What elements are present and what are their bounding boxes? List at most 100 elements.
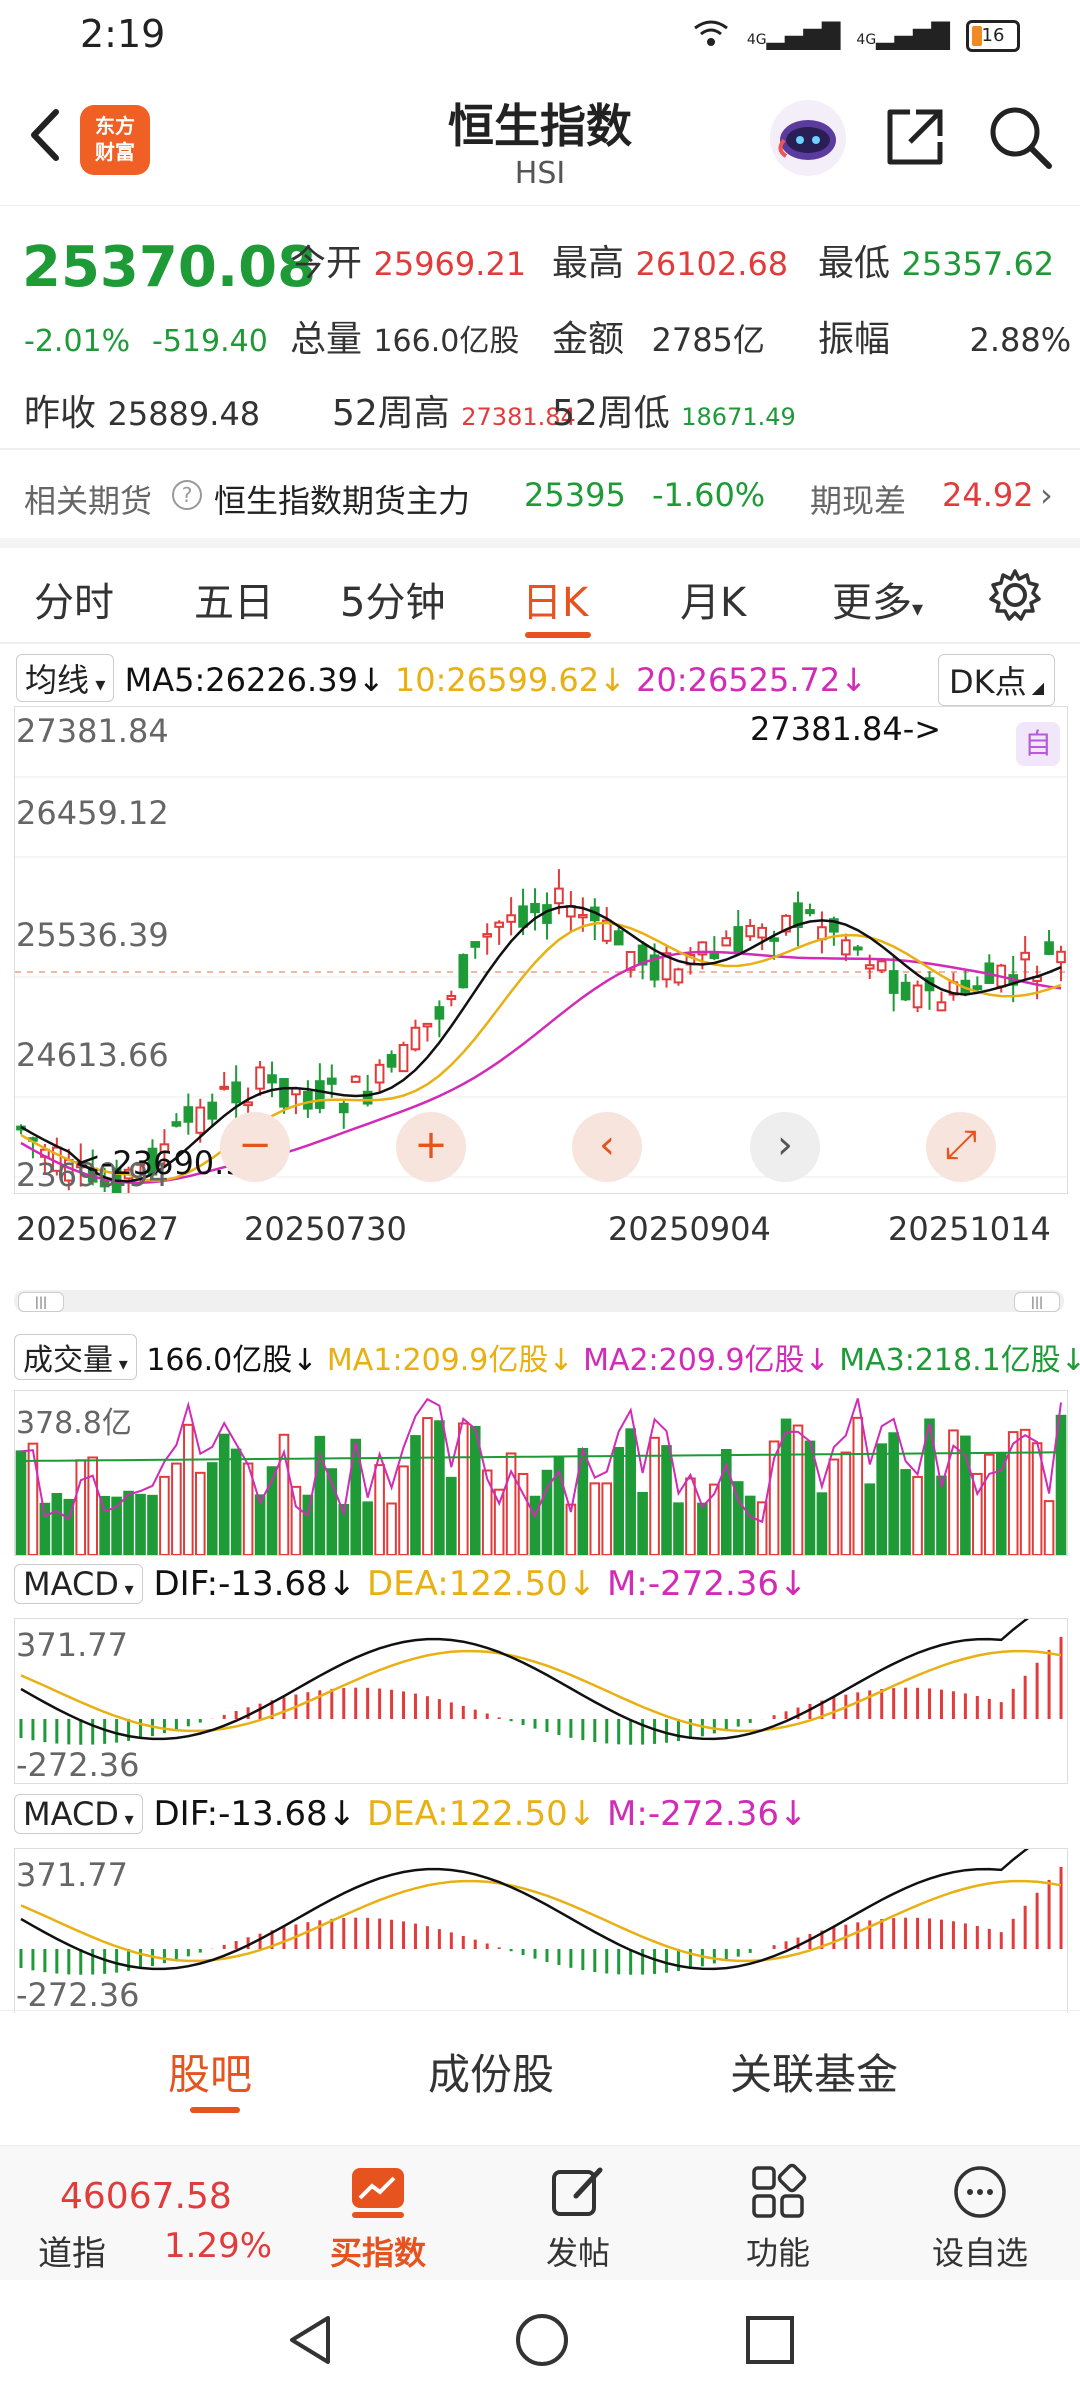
futures-pct: -1.60% <box>652 476 766 514</box>
macd-selector[interactable]: MACD ▾ <box>14 1564 143 1604</box>
help-icon[interactable]: ? <box>170 478 204 520</box>
scroll-handle-left[interactable]: ||| <box>18 1292 64 1312</box>
volume-bar <box>1043 1500 1055 1555</box>
volume-bar <box>362 1501 373 1555</box>
nav-back-icon[interactable] <box>282 2310 338 2374</box>
volume-bar <box>840 1451 852 1555</box>
volume-max-label: 378.8亿 <box>16 1406 132 1441</box>
nav-home-icon[interactable] <box>512 2310 572 2374</box>
add-favorite-button[interactable]: 设自选 <box>920 2146 1040 2274</box>
ai-assistant-icon[interactable] <box>770 100 846 176</box>
volume-bar <box>410 1435 421 1555</box>
volume-bar <box>183 1423 194 1555</box>
candle-body <box>279 1078 289 1108</box>
ma-selector[interactable]: 均线 ▾ <box>16 654 115 702</box>
kline-ylabel: 24613.66 <box>16 1036 169 1074</box>
bottom-action-bar: 46067.58 道指 1.29% 买指数 发帖 功能 设自选 <box>0 2145 1080 2281</box>
tab-intraday[interactable]: 分时 <box>34 570 114 628</box>
candle-body <box>315 1080 325 1109</box>
volume-bar <box>1031 1442 1043 1555</box>
volume-bar <box>386 1502 397 1555</box>
kline-legend: 均线 ▾ MA5:26226.39↓ 10:26599.62↓ 20:26525… <box>16 654 867 702</box>
tab-constituents[interactable]: 成份股 <box>428 2041 554 2102</box>
volume-bar <box>1019 1428 1031 1555</box>
candle-body <box>446 994 457 1001</box>
period-tabs: 分时 五日 5分钟 日K 月K 更多▾ <box>0 540 1080 640</box>
tab-5min[interactable]: 5分钟 <box>340 570 445 628</box>
candle-body <box>243 1101 253 1107</box>
dow-index-name[interactable]: 道指 <box>38 2226 106 2275</box>
change-value: -519.40 <box>152 324 268 359</box>
candle-body <box>422 1022 433 1028</box>
macd-legend: MACD ▾ DIF:-13.68↓ DEA:122.50↓ M:-272.36… <box>14 1564 808 1604</box>
volume-bar <box>637 1491 648 1555</box>
macd-plot <box>19 1619 1063 1745</box>
search-icon[interactable] <box>985 102 1055 172</box>
candle-body <box>398 1043 409 1073</box>
divider <box>0 642 1080 644</box>
tab-five-day[interactable]: 五日 <box>194 570 274 628</box>
share-icon[interactable] <box>880 102 950 172</box>
tab-monthly-k[interactable]: 月K <box>680 570 746 628</box>
dow-index-value[interactable]: 46067.58 <box>60 2176 232 2217</box>
trend-up-icon <box>348 2162 408 2222</box>
volume-bar <box>51 1493 63 1555</box>
tab-related-funds[interactable]: 关联基金 <box>730 2041 898 2102</box>
pan-left-button[interactable]: ‹ <box>572 1112 642 1182</box>
x-date-label: 20251014 <box>888 1210 1051 1248</box>
kline-chart[interactable] <box>14 706 1068 1194</box>
candle-body <box>745 924 756 938</box>
scroll-handle-right[interactable]: ||| <box>1014 1292 1060 1312</box>
post-button[interactable]: 发帖 <box>518 2146 638 2274</box>
macd-chart[interactable] <box>14 1618 1068 1784</box>
candle-body <box>171 1121 182 1127</box>
dk-point-button[interactable]: DK点 ◢ <box>938 654 1056 706</box>
volume-bar <box>864 1483 876 1555</box>
volume-bar <box>434 1420 445 1555</box>
low-stat: 最低 25357.62 <box>818 243 1055 284</box>
prev-close-stat: 昨收 25889.48 <box>24 393 261 434</box>
candle-body <box>1020 951 1030 961</box>
self-select-marker[interactable]: 自 <box>1016 722 1060 766</box>
chart-range-scrollbar[interactable]: ||| ||| <box>14 1290 1064 1312</box>
volume-bar <box>135 1493 146 1555</box>
volume-bar <box>888 1432 899 1555</box>
volume-bar <box>816 1492 828 1555</box>
dow-index-pct[interactable]: 1.29% <box>164 2226 272 2266</box>
macd-top-label: 371.77 <box>16 1626 128 1664</box>
candle-body <box>1044 941 1054 955</box>
zoom-in-button[interactable]: + <box>396 1112 466 1182</box>
function-button[interactable]: 功能 <box>718 2146 838 2274</box>
tab-forum[interactable]: 股吧 <box>168 2041 252 2102</box>
volume-selector[interactable]: 成交量 ▾ <box>14 1334 137 1380</box>
volume-chart[interactable] <box>14 1390 1068 1556</box>
candle-body <box>757 926 767 939</box>
macd-legend-2: MACD ▾ DIF:-13.68↓ DEA:122.50↓ M:-272.36… <box>14 1794 808 1834</box>
candle-body <box>195 1106 206 1134</box>
volume-bar <box>900 1469 911 1555</box>
pan-right-button[interactable]: › <box>750 1112 820 1182</box>
volume-bar <box>171 1462 182 1555</box>
volume-bar <box>194 1471 206 1555</box>
tab-daily-k[interactable]: 日K <box>522 570 588 628</box>
macd-bottom-label: -272.36 <box>16 1976 140 2014</box>
macd-selector-2[interactable]: MACD ▾ <box>14 1794 143 1834</box>
volume-bar <box>983 1453 995 1555</box>
zoom-out-button[interactable]: − <box>220 1112 290 1182</box>
candle-body <box>864 964 875 970</box>
macd-chart-2[interactable] <box>14 1848 1068 2013</box>
svg-text:?: ? <box>182 483 193 507</box>
candle-body <box>506 914 516 923</box>
candle-body <box>852 946 863 951</box>
apps-grid-icon <box>748 2162 808 2222</box>
tab-more[interactable]: 更多▾ <box>832 570 923 628</box>
nav-recents-icon[interactable] <box>742 2312 798 2372</box>
active-tab-indicator <box>190 2107 240 2113</box>
expand-icon[interactable]: ⤢ <box>926 1112 996 1182</box>
buy-index-button[interactable]: 买指数 <box>318 2146 438 2274</box>
volume-bar <box>87 1456 99 1555</box>
candle-body <box>673 968 684 984</box>
volume-bar <box>469 1425 481 1555</box>
gear-icon[interactable] <box>985 565 1045 625</box>
volume-bar <box>697 1502 708 1555</box>
